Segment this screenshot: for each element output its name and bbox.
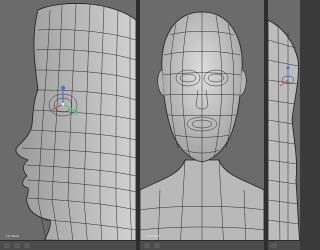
view-menu-button[interactable] xyxy=(154,243,160,248)
viewport-right-ortho[interactable]: Right Ortho xyxy=(268,0,300,250)
editor-type-button[interactable] xyxy=(271,243,277,248)
editor-type-button[interactable] xyxy=(4,243,10,248)
select-menu-button[interactable] xyxy=(24,243,30,248)
editor-type-button[interactable] xyxy=(144,243,150,248)
side-head-mesh xyxy=(0,0,136,250)
view-menu-button[interactable] xyxy=(14,243,20,248)
viewport-front-ortho[interactable]: Front Ortho xyxy=(140,0,264,250)
viewport-user-ortho[interactable]: User Ortho xyxy=(0,0,136,250)
right-head-mesh xyxy=(268,0,300,250)
viewport-footer xyxy=(140,240,264,250)
viewport-object-label: (1) Head xyxy=(146,234,160,238)
blender-like-app: User Ortho xyxy=(0,0,300,250)
front-head-mesh xyxy=(140,0,264,250)
viewport-footer xyxy=(268,240,300,250)
viewport-object-label: (1) Head xyxy=(6,234,20,238)
viewport-footer xyxy=(0,240,136,250)
